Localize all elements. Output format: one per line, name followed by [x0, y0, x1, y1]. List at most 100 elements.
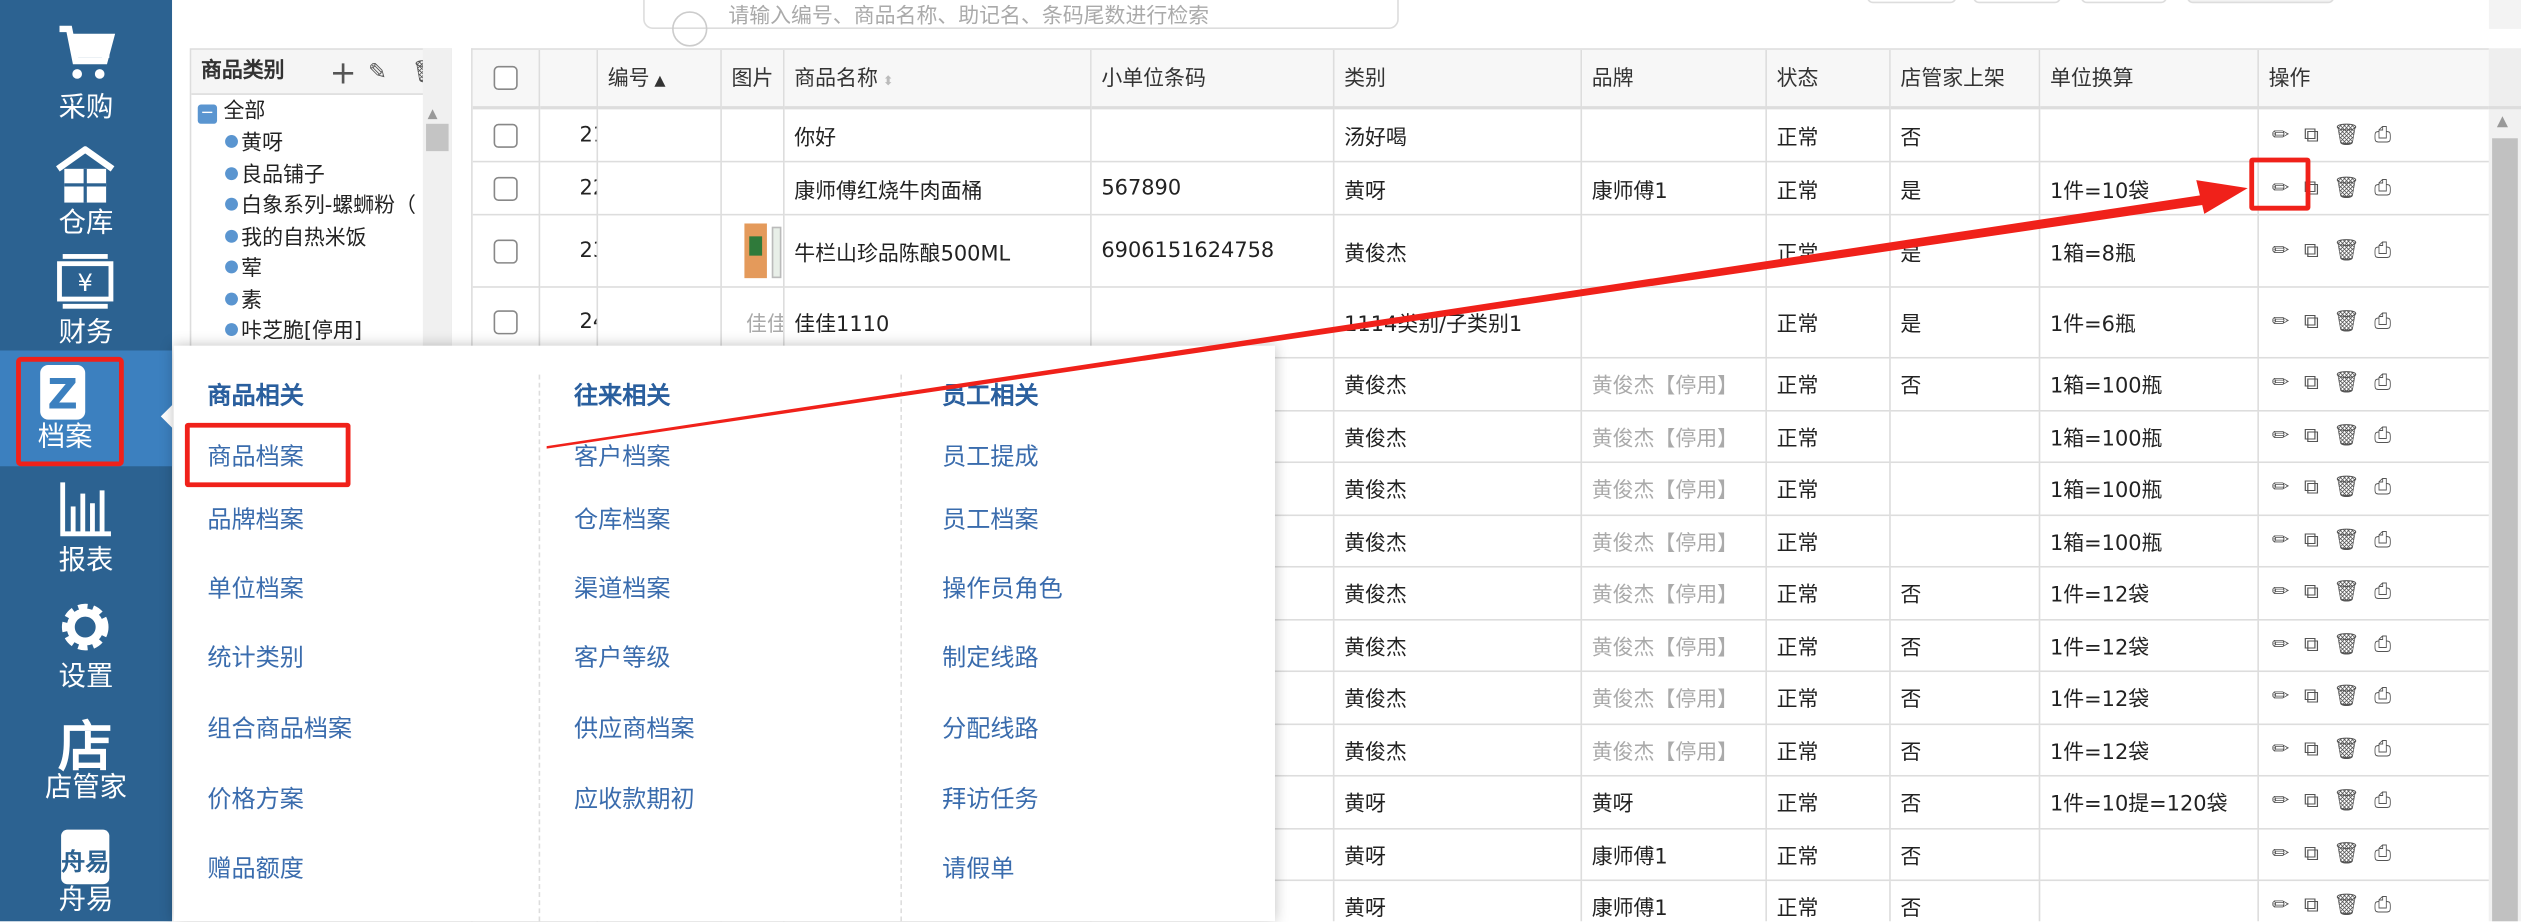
tree-item[interactable]: 白象系列-螺蛳粉（	[225, 191, 416, 223]
copy-icon[interactable]: ⧉	[2304, 529, 2319, 553]
delete-icon[interactable]: 🗑	[2333, 123, 2360, 147]
scroll-thumb[interactable]	[426, 123, 449, 152]
category-scrollbar[interactable]: ▲	[422, 48, 452, 354]
view-icon[interactable]: ⎙	[2374, 239, 2391, 263]
edit-icon[interactable]: ✏	[2272, 476, 2290, 500]
copy-icon[interactable]: ⧉	[2304, 790, 2319, 814]
cell-ops[interactable]: ✏ ⧉ 🗑 ⎙	[2259, 881, 2489, 922]
tree-item[interactable]: 黄呀	[225, 129, 283, 161]
row-checkbox[interactable]	[493, 122, 518, 148]
delete-icon[interactable]: 🗑	[2333, 176, 2360, 200]
cell-ops[interactable]: ✏ ⧉ 🗑 ⎙	[2258, 515, 2489, 568]
delete-icon[interactable]: 🗑	[2333, 842, 2360, 866]
tree-item[interactable]: 良品铺子	[225, 160, 325, 192]
delete-icon[interactable]: 🗑	[2333, 685, 2360, 709]
view-icon[interactable]: ⎙	[2374, 633, 2391, 657]
edit-icon[interactable]: ✏	[2272, 123, 2290, 147]
edit-icon[interactable]: ✏	[2272, 790, 2290, 814]
column-header-image[interactable]: 图片	[721, 49, 785, 110]
view-icon[interactable]: ⎙	[2374, 372, 2391, 396]
view-icon[interactable]: ⎙	[2374, 123, 2391, 147]
edit-icon[interactable]: ✏	[2272, 239, 2290, 263]
add-icon[interactable]: +	[330, 50, 357, 95]
tree-item[interactable]: 荤	[225, 254, 262, 286]
edit-icon[interactable]: ✏	[2272, 685, 2290, 709]
row-checkbox[interactable]	[493, 176, 518, 201]
edit-icon[interactable]: ✏	[2272, 738, 2290, 762]
cell-ops[interactable]: ✏ ⧉ 🗑 ⎙	[2258, 567, 2489, 620]
cell-ops[interactable]: ✏ ⧉ 🗑 ⎙	[2258, 463, 2489, 516]
sidebar-item-0[interactable]: 采购	[0, 19, 172, 128]
table-scrollbar[interactable]: ▲	[2488, 109, 2521, 922]
edit-icon[interactable]: ✏	[2272, 581, 2290, 605]
scroll-up-icon[interactable]: ▲	[2497, 114, 2508, 130]
menu-item-员工提成[interactable]: 员工提成	[942, 439, 1038, 473]
view-icon[interactable]: ⎙	[2374, 738, 2391, 762]
table-row[interactable]: 23 牛栏山珍品陈酿500ML 6906151624758 黄俊杰 正常 是 1箱=8瓶 ✏ ⧉…	[472, 215, 2489, 288]
cell-ops[interactable]: ✏ ⧉ 🗑 ⎙	[2258, 410, 2489, 464]
delete-icon[interactable]: 🗑	[2333, 790, 2360, 814]
copy-icon[interactable]: ⧉	[2304, 239, 2319, 263]
copy-icon[interactable]: ⧉	[2304, 581, 2319, 605]
tree-item[interactable]: 素	[225, 285, 262, 317]
select-all-checkbox[interactable]	[493, 65, 518, 91]
menu-item-仓库档案[interactable]: 仓库档案	[574, 502, 670, 536]
copy-icon[interactable]: ⧉	[2304, 123, 2319, 147]
column-header-code[interactable]: 编号 ▲	[598, 49, 722, 110]
copy-icon[interactable]: ⧉	[2304, 310, 2319, 334]
toolbar-button[interactable]	[2186, 0, 2335, 4]
copy-icon[interactable]: ⧉	[2304, 424, 2319, 448]
view-icon[interactable]: ⎙	[2374, 842, 2391, 866]
column-header-index[interactable]	[540, 49, 599, 110]
tree-item[interactable]: 我的自热米饭	[225, 223, 367, 255]
toolbar-button[interactable]	[1972, 0, 2062, 4]
cell-ops[interactable]: ✏ ⧉ 🗑 ⎙	[2258, 358, 2489, 411]
menu-item-品牌档案[interactable]: 品牌档案	[207, 502, 303, 536]
menu-item-拜访任务[interactable]: 拜访任务	[942, 781, 1038, 815]
column-header-name[interactable]: 商品名称 ⬍	[784, 49, 1092, 110]
menu-item-单位档案[interactable]: 单位档案	[207, 571, 303, 605]
menu-item-员工档案[interactable]: 员工档案	[942, 502, 1038, 536]
copy-icon[interactable]: ⧉	[2304, 476, 2319, 500]
cell-ops[interactable]: ✏ ⧉ 🗑 ⎙	[2258, 724, 2489, 777]
edit-icon[interactable]: ✏	[2272, 633, 2290, 657]
menu-item-分配线路[interactable]: 分配线路	[942, 711, 1038, 745]
row-checkbox[interactable]	[493, 310, 518, 335]
sidebar-item-6[interactable]: 店店管家	[0, 709, 172, 809]
sidebar-item-4[interactable]: 报表	[0, 476, 172, 582]
column-header-select-all[interactable]	[472, 49, 541, 110]
view-icon[interactable]: ⎙	[2374, 176, 2391, 200]
copy-icon[interactable]: ⧉	[2304, 633, 2319, 657]
delete-icon[interactable]: 🗑	[2333, 476, 2360, 500]
sort-icon[interactable]: ⬍	[883, 74, 894, 88]
sort-asc-icon[interactable]: ▲	[654, 74, 665, 90]
menu-item-制定线路[interactable]: 制定线路	[942, 640, 1038, 674]
edit-icon[interactable]: ✏	[2272, 529, 2290, 553]
edit-icon[interactable]: ✏	[2272, 310, 2290, 334]
scroll-up-icon[interactable]: ▲	[428, 106, 438, 120]
cell-select-all[interactable]	[472, 215, 541, 288]
delete-icon[interactable]: 🗑	[2333, 239, 2360, 263]
cell-ops[interactable]: ✏ ⧉ 🗑 ⎙	[2258, 776, 2489, 829]
edit-icon[interactable]: ✏	[2272, 424, 2290, 448]
copy-icon[interactable]: ⧉	[2304, 685, 2319, 709]
sidebar-item-sales-partial[interactable]	[0, 0, 172, 10]
view-icon[interactable]: ⎙	[2374, 790, 2391, 814]
copy-icon[interactable]: ⧉	[2304, 842, 2319, 866]
tree-root[interactable]: − 全部	[197, 96, 265, 128]
cell-select-all[interactable]	[472, 162, 541, 216]
cell-select-all[interactable]	[472, 109, 541, 163]
delete-icon[interactable]: 🗑	[2333, 894, 2360, 918]
view-icon[interactable]: ⎙	[2374, 894, 2391, 918]
menu-item-客户等级[interactable]: 客户等级	[574, 640, 670, 674]
row-checkbox[interactable]	[493, 238, 518, 263]
delete-icon[interactable]: 🗑	[2333, 581, 2360, 605]
scroll-thumb[interactable]	[2492, 138, 2518, 922]
menu-item-组合商品档案[interactable]: 组合商品档案	[207, 711, 352, 745]
delete-icon[interactable]: 🗑	[2333, 633, 2360, 657]
menu-item-统计类别[interactable]: 统计类别	[207, 640, 303, 674]
menu-item-供应商档案[interactable]: 供应商档案	[574, 711, 695, 745]
menu-item-客户档案[interactable]: 客户档案	[574, 439, 670, 473]
product-image[interactable]	[744, 220, 783, 281]
view-icon[interactable]: ⎙	[2374, 529, 2391, 553]
